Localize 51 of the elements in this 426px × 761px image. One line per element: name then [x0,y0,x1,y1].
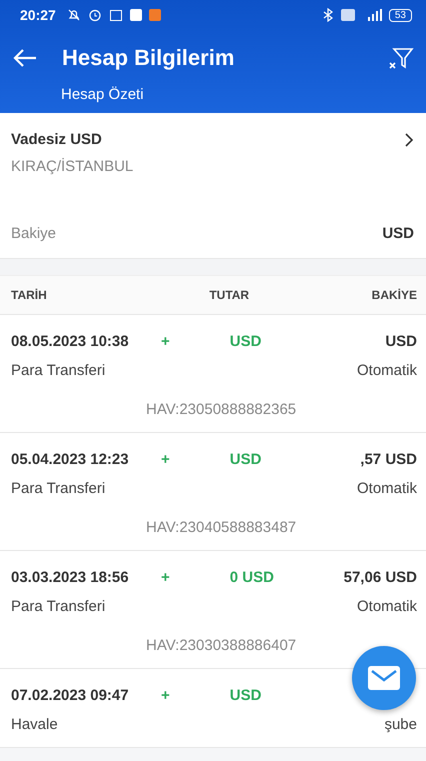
transaction-description: HAV:23040588883487 [145,519,298,536]
amount-sign: + [161,569,170,586]
page-title: Hesap Bilgilerim [62,45,236,71]
transaction-amount: 0 USD [230,569,274,586]
transaction-date: 07.02.2023 09:47 [11,687,130,704]
transaction-date: 03.03.2023 18:56 [11,569,130,586]
transaction-row[interactable]: 03.03.2023 18:56 + 0 USD 57,06 USD Para Transferi Otomatik HAV:23030388886407 [0,551,426,669]
balance-value: USD [382,225,414,242]
battery-indicator: 53 [388,8,412,22]
account-card[interactable]: Vadesiz USD KIRAÇ/İSTANBUL Bakiye USD [0,113,426,258]
transaction-channel: Otomatik [356,480,417,497]
transaction-date: 08.05.2023 10:38 [11,333,130,350]
transaction-type: Para Transferi [11,598,106,615]
transaction-balance: USD [385,333,417,350]
column-header: TUTAR [209,288,250,302]
filter-clear-icon[interactable] [388,45,414,71]
transaction-balance: ,57 USD [360,451,417,468]
transaction-balance: 57,06 USD [344,569,417,586]
transaction-amount: USD [230,687,262,704]
transaction-channel: Otomatik [356,598,417,615]
transaction-amount: USD [230,451,262,468]
column-header: TARİH [11,288,47,302]
transaction-description: HAV:23050888882365 [145,401,298,418]
chevron-right-icon [404,132,414,148]
amount-sign: + [161,333,170,350]
back-arrow-icon[interactable] [12,48,38,68]
app-icon [130,9,142,21]
status-time: 20:27 [20,7,56,23]
account-name: Vadesiz USD [11,131,102,148]
page-subtitle: Hesap Özeti [60,86,145,103]
amount-sign: + [161,451,170,468]
app-icon [148,9,161,21]
transaction-channel: Otomatik [356,362,417,379]
bluetooth-icon [322,8,334,22]
account-branch: KIRAÇ/İSTANBUL [11,158,134,175]
transaction-description: HAV:23030388886407 [145,637,298,654]
transaction-date: 05.04.2023 12:23 [11,451,130,468]
transaction-type: Para Transferi [11,480,106,497]
column-header: BAKİYE [372,288,417,302]
transaction-row[interactable]: 08.05.2023 10:38 + USD USD Para Transferi Otomatik HAV:23050888882365 [0,315,426,433]
notifications-off-icon [66,8,81,22]
amount-sign: + [161,687,170,704]
balance-label: Bakiye [11,225,56,242]
transaction-row[interactable]: 05.04.2023 12:23 + USD ,57 USD Para Transferi Otomatik HAV:23040588883487 [0,433,426,551]
transaction-channel: şube [384,716,417,733]
alarm-icon [88,8,102,22]
transaction-type: Para Transferi [11,362,106,379]
transaction-type: Havale [11,716,58,733]
transaction-row[interactable]: 07.02.2023 09:47 + USD Havale şube [0,669,426,748]
envelope-icon [367,665,401,691]
transaction-amount: USD [230,333,262,350]
